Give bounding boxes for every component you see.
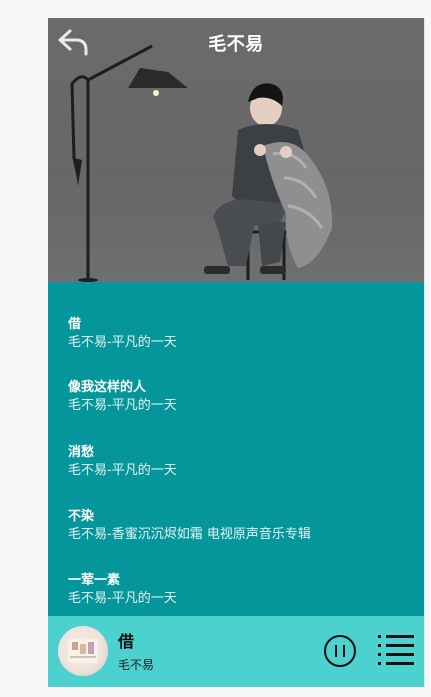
pause-icon bbox=[324, 635, 356, 667]
song-name: 一荤一素 bbox=[68, 573, 121, 588]
album-cover[interactable] bbox=[58, 626, 108, 676]
song-name: 消愁 bbox=[68, 445, 95, 460]
song-list: 借 毛不易-平凡的一天 像我这样的人 毛不易-平凡的一天 消愁 毛不易-平凡的一… bbox=[48, 282, 424, 616]
song-meta: 毛不易-香蜜沉沉烬如霜 电视原声音乐专辑 bbox=[68, 527, 311, 542]
album-art bbox=[68, 639, 98, 663]
playlist-button[interactable] bbox=[376, 632, 416, 668]
song-meta: 毛不易-平凡的一天 bbox=[68, 463, 177, 478]
song-meta: 毛不易-平凡的一天 bbox=[68, 591, 177, 606]
now-playing-artist: 毛不易 bbox=[118, 658, 155, 672]
artist-hero-image: 毛不易 bbox=[48, 18, 424, 282]
song-item-4[interactable]: 不染 毛不易-香蜜沉沉烬如霜 电视原声音乐专辑 bbox=[68, 508, 408, 548]
song-meta: 毛不易-平凡的一天 bbox=[68, 398, 177, 413]
pause-button[interactable] bbox=[323, 634, 357, 668]
song-item-5[interactable]: 一荤一素 毛不易-平凡的一天 bbox=[68, 572, 408, 612]
song-item-3[interactable]: 消愁 毛不易-平凡的一天 bbox=[68, 444, 408, 484]
now-playing-title: 借 bbox=[118, 632, 135, 651]
page-title: 毛不易 bbox=[208, 34, 264, 55]
song-name: 借 bbox=[68, 317, 82, 332]
music-app: 毛不易 借 毛不易-平凡的一天 像我这样的人 毛不易-平凡的一天 消愁 毛不易-… bbox=[48, 18, 425, 687]
song-name: 像我这样的人 bbox=[68, 380, 147, 395]
playlist-icon bbox=[378, 635, 414, 665]
song-item-1[interactable]: 借 毛不易-平凡的一天 bbox=[68, 316, 408, 356]
song-meta: 毛不易-平凡的一天 bbox=[68, 335, 177, 350]
song-item-2[interactable]: 像我这样的人 毛不易-平凡的一天 bbox=[68, 379, 408, 419]
artist-photo bbox=[48, 44, 424, 282]
song-name: 不染 bbox=[68, 509, 95, 524]
now-playing-bar: 借 毛不易 bbox=[48, 616, 424, 687]
